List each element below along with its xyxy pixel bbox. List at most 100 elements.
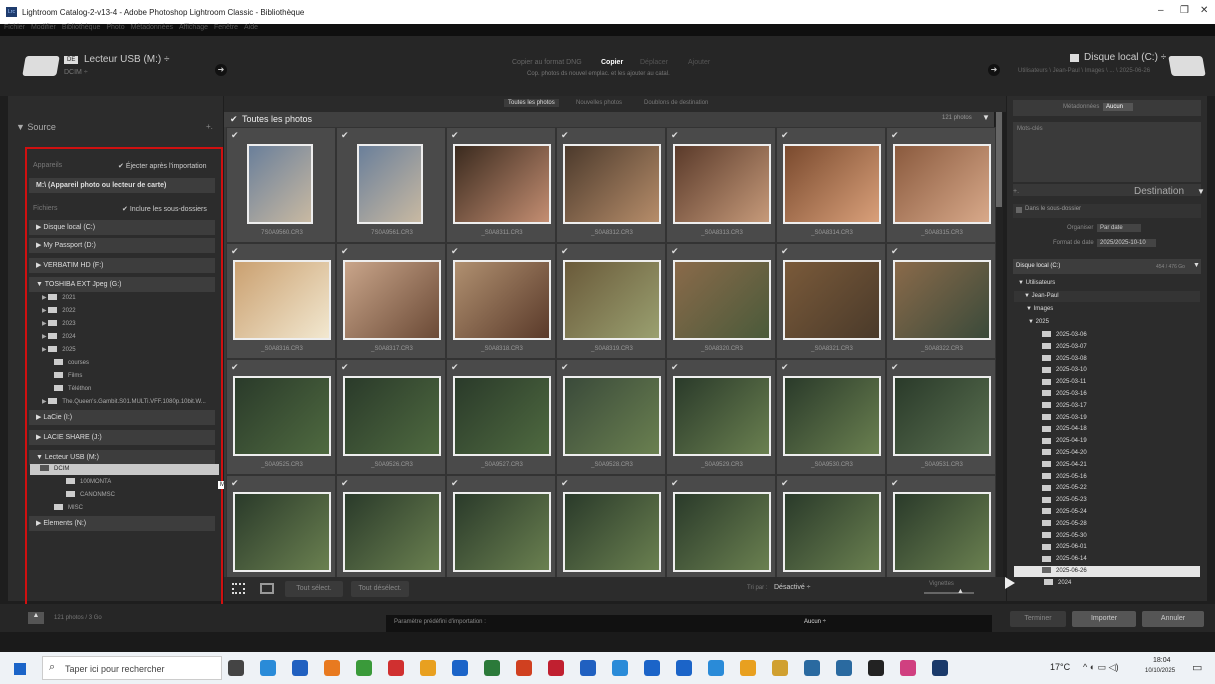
thumbnail-size-slider[interactable] (924, 592, 974, 594)
mode-move[interactable]: Déplacer (640, 59, 668, 66)
tree-users[interactable]: ▼ Utilisateurs (1014, 278, 1200, 289)
photo-thumbnail[interactable]: ✔ _S0A8314.CR3 (776, 127, 886, 243)
collapse-icon[interactable]: ▲ (28, 612, 44, 624)
photo-checkbox[interactable]: ✔ (891, 478, 899, 489)
folder-telethon[interactable]: Téléthon (54, 384, 91, 395)
photo-thumbnail[interactable]: ✔ _S0A8320.CR3 (666, 243, 776, 359)
dest-date-folder[interactable]: 2025-04-21 (1014, 460, 1200, 471)
menu-view[interactable]: Affichage (179, 24, 208, 31)
dest-date-folder[interactable]: 2025-03-17 (1014, 401, 1200, 412)
photo-thumbnail[interactable]: ✔ _S0A8319.CR3 (556, 243, 666, 359)
photo-thumbnail[interactable]: ✔ 7S0A9561.CR3 (336, 127, 446, 243)
drive-j[interactable]: ▶ LACIE SHARE (J:) (29, 430, 215, 445)
deselect-all-button[interactable]: Tout désélect. (351, 581, 409, 597)
photo-checkbox[interactable]: ✔ (781, 362, 789, 373)
taskbar-app-icon[interactable] (932, 660, 948, 676)
photo-checkbox[interactable]: ✔ (341, 478, 349, 489)
windows-start-icon[interactable] (14, 663, 26, 675)
photo-thumbnail[interactable]: ✔ _S0A9528.CR3 (556, 359, 666, 475)
photo-checkbox[interactable]: ✔ (561, 478, 569, 489)
taskbar-app-icon[interactable] (324, 660, 340, 676)
taskbar-app-icon[interactable] (420, 660, 436, 676)
folder-100monta[interactable]: 100MONTA (66, 477, 111, 488)
photo-checkbox[interactable]: ✔ (781, 478, 789, 489)
weather-temp[interactable]: 17°C (1050, 662, 1070, 672)
sort-selector[interactable]: Désactivé ÷ (774, 584, 811, 591)
photo-thumbnail[interactable]: ✔ _S0A8313.CR3 (666, 127, 776, 243)
taskbar-app-icon[interactable] (452, 660, 468, 676)
dest-date-folder[interactable]: 2025-05-16 (1014, 472, 1200, 483)
cancel-button[interactable]: Annuler (1142, 611, 1204, 627)
mode-add[interactable]: Ajouter (688, 59, 710, 66)
dest-date-folder[interactable]: 2025-05-24 (1014, 507, 1200, 518)
dest-date-folder[interactable]: 2025-03-11 (1014, 377, 1200, 388)
taskbar-app-icon[interactable] (900, 660, 916, 676)
taskbar-app-icon[interactable] (260, 660, 276, 676)
taskbar-app-icon[interactable] (292, 660, 308, 676)
photo-thumbnail[interactable]: ✔ _S0A9526.CR3 (336, 359, 446, 475)
drive-i[interactable]: ▶ LaCie (I:) (29, 410, 215, 425)
taskbar-app-icon[interactable] (676, 660, 692, 676)
close-button[interactable]: ✕ (1200, 5, 1208, 16)
menu-metadata[interactable]: Métadonnées (131, 24, 173, 31)
tree-jean-paul[interactable]: ▼ Jean-Paul (1014, 291, 1200, 302)
photo-thumbnail[interactable]: ✔ (776, 475, 886, 591)
tab-destination-duplicates[interactable]: Doublons de destination (644, 100, 708, 106)
tab-all-photos[interactable]: Toutes les photos (504, 99, 559, 107)
photo-thumbnail[interactable]: ✔ _S0A8317.CR3 (336, 243, 446, 359)
photo-thumbnail[interactable]: ✔ _S0A8311.CR3 (446, 127, 556, 243)
dest-date-folder[interactable]: 2025-05-28 (1014, 519, 1200, 530)
slider-handle[interactable]: ▲ (957, 588, 964, 595)
folder-2024[interactable]: ▶ 2024 (42, 332, 76, 343)
destination-add-button[interactable]: +. (1013, 188, 1019, 195)
photo-checkbox[interactable]: ✔ (671, 478, 679, 489)
destination-drive-selector[interactable]: Disque local (C:) ÷ (1084, 52, 1166, 63)
photo-checkbox[interactable]: ✔ (231, 130, 239, 141)
taskbar-app-icon[interactable] (228, 660, 244, 676)
menu-window[interactable]: Fenêtre (214, 24, 238, 31)
dest-date-folder[interactable]: 2025-03-10 (1014, 365, 1200, 376)
photo-thumbnail[interactable]: ✔ _S0A9527.CR3 (446, 359, 556, 475)
folder-2021[interactable]: ▶ 2021 (42, 293, 76, 304)
all-photos-checkbox[interactable]: ✔ (230, 114, 238, 125)
folder-courses[interactable]: courses (54, 358, 89, 369)
photo-checkbox[interactable]: ✔ (451, 478, 459, 489)
dest-folder-selected[interactable]: 2025-06-26 (1014, 566, 1200, 577)
preset-selector[interactable]: Aucun ÷ (804, 619, 826, 625)
destination-title[interactable]: Destination (1134, 186, 1184, 197)
dest-date-folder[interactable]: 2025-04-19 (1014, 436, 1200, 447)
taskbar-app-icon[interactable] (388, 660, 404, 676)
photo-checkbox[interactable]: ✔ (891, 246, 899, 257)
photo-checkbox[interactable]: ✔ (341, 362, 349, 373)
dest-disk-row[interactable]: Disque local (C:) 454 / 476 Go ▼ (1013, 259, 1201, 274)
taskbar-app-icon[interactable] (836, 660, 852, 676)
taskbar-app-icon[interactable] (516, 660, 532, 676)
taskbar-search[interactable]: ⌕ Taper ici pour rechercher (42, 656, 222, 680)
scrollbar-thumb[interactable] (996, 112, 1002, 207)
dest-date-folder[interactable]: 2025-05-30 (1014, 531, 1200, 542)
include-subfolders-checkbox[interactable]: ✔ Inclure les sous-dossiers (122, 205, 207, 213)
folder-2023[interactable]: ▶ 2023 (42, 319, 76, 330)
photo-thumbnail[interactable]: ✔ _S0A9529.CR3 (666, 359, 776, 475)
photo-checkbox[interactable]: ✔ (561, 362, 569, 373)
minimize-button[interactable]: – (1158, 5, 1164, 16)
dest-date-folder[interactable]: 2024 (1014, 578, 1200, 589)
source-add-button[interactable]: +. (206, 122, 213, 131)
photo-checkbox[interactable]: ✔ (671, 362, 679, 373)
dest-date-folder[interactable]: 2025-03-07 (1014, 342, 1200, 353)
subfolder-checkbox[interactable] (1016, 207, 1022, 213)
source-folder-selector[interactable]: DCIM ÷ (64, 69, 88, 76)
folder-dcim-selected[interactable]: DCIM (30, 464, 219, 475)
notification-icon[interactable]: ▭ (1192, 661, 1202, 674)
photo-thumbnail[interactable]: ✔ _S0A8322.CR3 (886, 243, 996, 359)
photo-thumbnail[interactable]: ✔ _S0A9531.CR3 (886, 359, 996, 475)
photo-checkbox[interactable]: ✔ (671, 130, 679, 141)
photo-thumbnail[interactable]: ✔ (336, 475, 446, 591)
taskbar-app-icon[interactable] (612, 660, 628, 676)
photo-checkbox[interactable]: ✔ (341, 246, 349, 257)
clock-time[interactable]: 18:04 (1153, 657, 1171, 664)
caret-down-icon[interactable]: ▼ (1193, 262, 1200, 269)
photo-checkbox[interactable]: ✔ (561, 130, 569, 141)
taskbar-app-icon[interactable] (772, 660, 788, 676)
menu-photo[interactable]: Photo (106, 24, 124, 31)
